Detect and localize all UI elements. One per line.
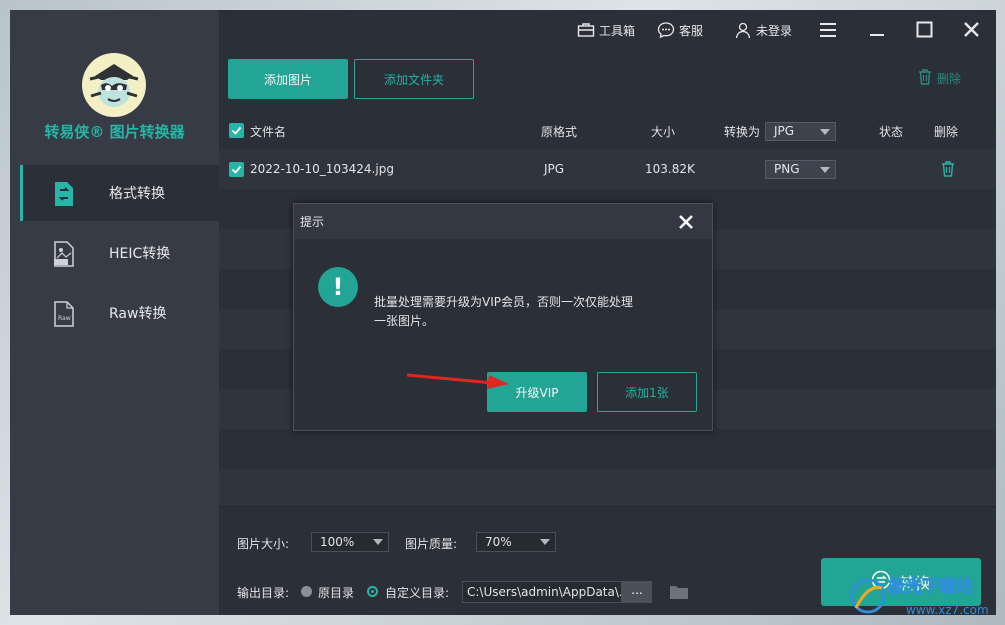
sidebar-item-label: 格式转换 bbox=[109, 186, 165, 202]
row-filename: 2022-10-10_103424.jpg bbox=[250, 162, 394, 176]
heic-file-icon bbox=[51, 241, 77, 267]
image-quality-value: 70% bbox=[485, 535, 512, 549]
empty-row bbox=[219, 469, 996, 509]
folder-icon[interactable] bbox=[669, 584, 689, 604]
minimize-icon[interactable] bbox=[869, 22, 885, 42]
app-window: 转易侠® 图片转换器 格式转换 HEIC转换 Raw Raw转换 工具箱 客服 … bbox=[10, 10, 996, 615]
chevron-down-icon bbox=[820, 167, 830, 173]
app-name: 转易侠® 图片转换器 bbox=[44, 123, 185, 141]
delete-all-button[interactable]: 删除 bbox=[918, 69, 961, 88]
toolbox-button[interactable]: 工具箱 bbox=[577, 21, 635, 39]
row-target-value: PNG bbox=[774, 162, 800, 176]
dialog-header: 提示 bbox=[294, 204, 712, 239]
format-convert-icon bbox=[51, 181, 77, 207]
raw-file-icon: Raw bbox=[51, 301, 77, 327]
header-filename: 文件名 bbox=[250, 125, 287, 139]
sidebar-item-label: HEIC转换 bbox=[109, 246, 171, 262]
chevron-down-icon bbox=[540, 539, 550, 545]
chevron-down-icon bbox=[373, 539, 383, 545]
header-convert-to: 转换为 bbox=[724, 125, 761, 139]
sidebar-item-format-convert[interactable]: 格式转换 bbox=[20, 165, 219, 221]
row-size: 103.82K bbox=[645, 162, 695, 176]
delete-all-label: 删除 bbox=[937, 72, 962, 86]
image-size-value: 100% bbox=[320, 535, 355, 549]
maximize-icon[interactable] bbox=[916, 21, 933, 42]
custom-dir-radio[interactable] bbox=[367, 586, 378, 597]
image-quality-label: 图片质量: bbox=[405, 537, 458, 551]
original-dir-label: 原目录 bbox=[318, 586, 355, 600]
dialog-close-icon[interactable] bbox=[678, 214, 694, 230]
annotation-arrow-icon bbox=[406, 373, 509, 389]
sidebar-item-heic[interactable]: HEIC转换 bbox=[20, 225, 219, 281]
table-header: 文件名 原格式 大小 转换为 JPG 状态 删除 bbox=[219, 118, 996, 144]
trash-icon bbox=[918, 69, 932, 88]
chat-bubble-icon bbox=[657, 21, 675, 39]
browse-button[interactable]: ... bbox=[622, 581, 652, 603]
row-trash-icon[interactable] bbox=[941, 161, 955, 181]
dialog-message: 批量处理需要升级为VIP会员，否则一次仅能处理一张图片。 bbox=[374, 295, 633, 328]
toolbox-label: 工具箱 bbox=[599, 23, 636, 38]
convert-all-value: JPG bbox=[774, 124, 795, 138]
chevron-down-icon bbox=[820, 129, 830, 135]
custom-dir-label: 自定义目录: bbox=[385, 586, 450, 600]
customer-service-button[interactable]: 客服 bbox=[657, 21, 703, 39]
svg-text:www.xz7.com: www.xz7.com bbox=[906, 603, 989, 617]
service-label: 客服 bbox=[679, 23, 704, 38]
empty-row bbox=[219, 429, 996, 469]
row-checkbox[interactable] bbox=[229, 162, 244, 177]
login-label: 未登录 bbox=[756, 23, 793, 38]
add-folder-button[interactable]: 添加文件夹 bbox=[354, 59, 474, 99]
output-dir-label: 输出目录: bbox=[237, 586, 290, 600]
close-icon[interactable] bbox=[963, 21, 980, 42]
toolbox-icon bbox=[577, 21, 595, 39]
sidebar-item-raw[interactable]: Raw Raw转换 bbox=[20, 285, 219, 341]
table-row[interactable]: 2022-10-10_103424.jpg JPG 103.82K PNG bbox=[219, 149, 996, 189]
image-quality-select[interactable]: 70% bbox=[476, 532, 556, 552]
select-all-checkbox[interactable] bbox=[229, 123, 244, 138]
sidebar-item-label: Raw转换 bbox=[109, 306, 167, 322]
svg-text:Raw: Raw bbox=[58, 315, 71, 322]
vip-prompt-dialog: 提示 ! 批量处理需要升级为VIP会员，否则一次仅能处理一张图片。 升级VIP … bbox=[293, 203, 713, 431]
title-bar: 工具箱 客服 未登录 bbox=[219, 10, 996, 50]
sidebar: 转易侠® 图片转换器 格式转换 HEIC转换 Raw Raw转换 bbox=[10, 10, 219, 615]
header-size: 大小 bbox=[651, 125, 676, 139]
user-icon bbox=[734, 21, 752, 39]
header-delete: 删除 bbox=[934, 125, 959, 139]
output-path-field[interactable]: C:\Users\admin\AppData\... bbox=[462, 581, 622, 603]
add-one-button[interactable]: 添加1张 bbox=[597, 372, 697, 412]
menu-icon[interactable] bbox=[819, 22, 837, 42]
header-status: 状态 bbox=[879, 125, 904, 139]
svg-text:极光下载站: 极光下载站 bbox=[888, 576, 973, 597]
convert-all-select[interactable]: JPG bbox=[765, 122, 836, 141]
original-dir-radio[interactable] bbox=[301, 586, 312, 597]
warning-icon: ! bbox=[318, 267, 358, 307]
row-target-select[interactable]: PNG bbox=[765, 160, 836, 179]
site-watermark-logo: 极光下载站 www.xz7.com bbox=[850, 576, 989, 617]
add-image-button[interactable]: 添加图片 bbox=[228, 59, 348, 99]
image-size-label: 图片大小: bbox=[237, 537, 290, 551]
image-size-select[interactable]: 100% bbox=[311, 532, 389, 552]
output-path-value: C:\Users\admin\AppData\... bbox=[467, 585, 622, 599]
header-format: 原格式 bbox=[541, 125, 578, 139]
dialog-title: 提示 bbox=[300, 215, 325, 229]
login-button[interactable]: 未登录 bbox=[734, 21, 792, 39]
row-format: JPG bbox=[544, 162, 565, 176]
app-logo bbox=[81, 52, 147, 118]
